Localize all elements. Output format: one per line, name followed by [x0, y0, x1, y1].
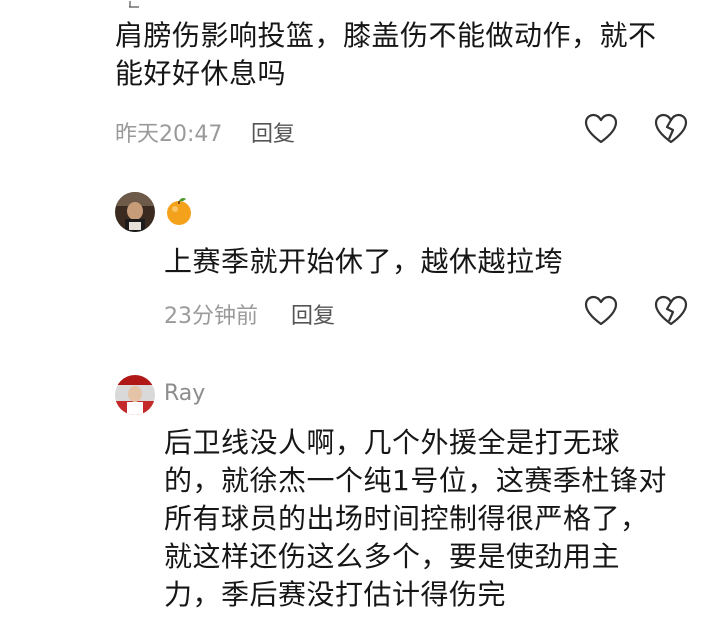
comment-1-text-line1: 肩膀伤影响投篮，膝盖伤不能做动作，就不 [115, 19, 657, 52]
comment-1-timestamp: 昨天20:47 [115, 122, 223, 147]
comment-3-username[interactable]: Ray [164, 381, 205, 406]
comment-3-text-line3: 所有球员的出场时间控制得很严格了， [164, 502, 649, 535]
heart-icon [584, 113, 618, 144]
comment-2-avatar[interactable] [115, 192, 155, 232]
dislike-heart-icon [654, 295, 688, 326]
comment-3-text-line2: 的，就徐杰一个纯1号位，这赛季杜锋对 [164, 464, 667, 497]
comment-2-like-button[interactable] [583, 293, 619, 329]
orange-emoji-icon [167, 197, 191, 225]
comment-2-text: 上赛季就开始休了，越休越拉垮 [164, 245, 564, 278]
comment-1-text-line2: 能好好休息吗 [115, 57, 287, 90]
heart-icon [584, 295, 618, 326]
comment-2-reply-button[interactable]: 回复 [291, 298, 335, 330]
comment-1-like-button[interactable] [583, 111, 619, 147]
comment-3-text-line4: 就这样还伤这么多个，要是使劲用主 [164, 540, 621, 573]
comment-2-dislike-button[interactable] [653, 293, 689, 329]
comment-3-text-line5: 力，季后赛没打估计得伤完 [164, 578, 507, 611]
comment-3-avatar[interactable] [115, 375, 155, 415]
dislike-heart-icon [654, 113, 688, 144]
top-partial-mark [129, 1, 139, 8]
comment-2-username[interactable] [164, 196, 194, 226]
comment-1-dislike-button[interactable] [653, 111, 689, 147]
comment-2-timestamp: 23分钟前 [164, 304, 258, 329]
comment-3-text-line1: 后卫线没人啊，几个外援全是打无球 [164, 426, 621, 459]
comment-1-reply-button[interactable]: 回复 [251, 116, 295, 148]
